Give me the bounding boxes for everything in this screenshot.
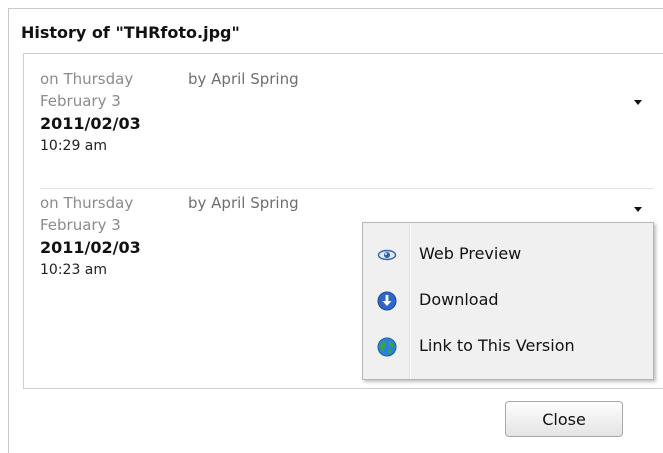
menu-item-download[interactable]: Download: [363, 281, 653, 321]
close-button[interactable]: Close: [505, 401, 623, 437]
version-context-menu: Web Preview Download Link to This Versio…: [362, 222, 654, 380]
download-icon: [377, 291, 397, 311]
entry-weekday: on Thursday: [40, 194, 134, 212]
entry-date: 2011/02/03: [40, 238, 141, 257]
history-dialog: History of "THRfoto.jpg" on Thursday by …: [8, 8, 663, 453]
entry-weekday: on Thursday: [40, 70, 134, 88]
eye-icon: [377, 249, 397, 261]
entry-time: 10:23 am: [40, 262, 108, 278]
globe-icon: [377, 337, 397, 357]
menu-item-label: Web Preview: [419, 244, 522, 263]
entry-time: 10:29 am: [40, 138, 108, 154]
entry-monthday: February 3: [40, 92, 121, 110]
caret-down-icon[interactable]: [634, 100, 642, 105]
history-entry: on Thursday by April Spring February 3 2…: [40, 70, 654, 189]
entry-author: by April Spring: [188, 194, 299, 212]
menu-item-link-to-version[interactable]: Link to This Version: [363, 327, 653, 367]
menu-item-label: Link to This Version: [419, 336, 575, 355]
entry-author: by April Spring: [188, 70, 299, 88]
caret-down-icon[interactable]: [634, 207, 642, 212]
dialog-title: History of "THRfoto.jpg": [21, 23, 240, 42]
entry-monthday: February 3: [40, 216, 121, 234]
menu-item-web-preview[interactable]: Web Preview: [363, 235, 653, 275]
entry-date: 2011/02/03: [40, 114, 141, 133]
menu-item-label: Download: [419, 290, 499, 309]
